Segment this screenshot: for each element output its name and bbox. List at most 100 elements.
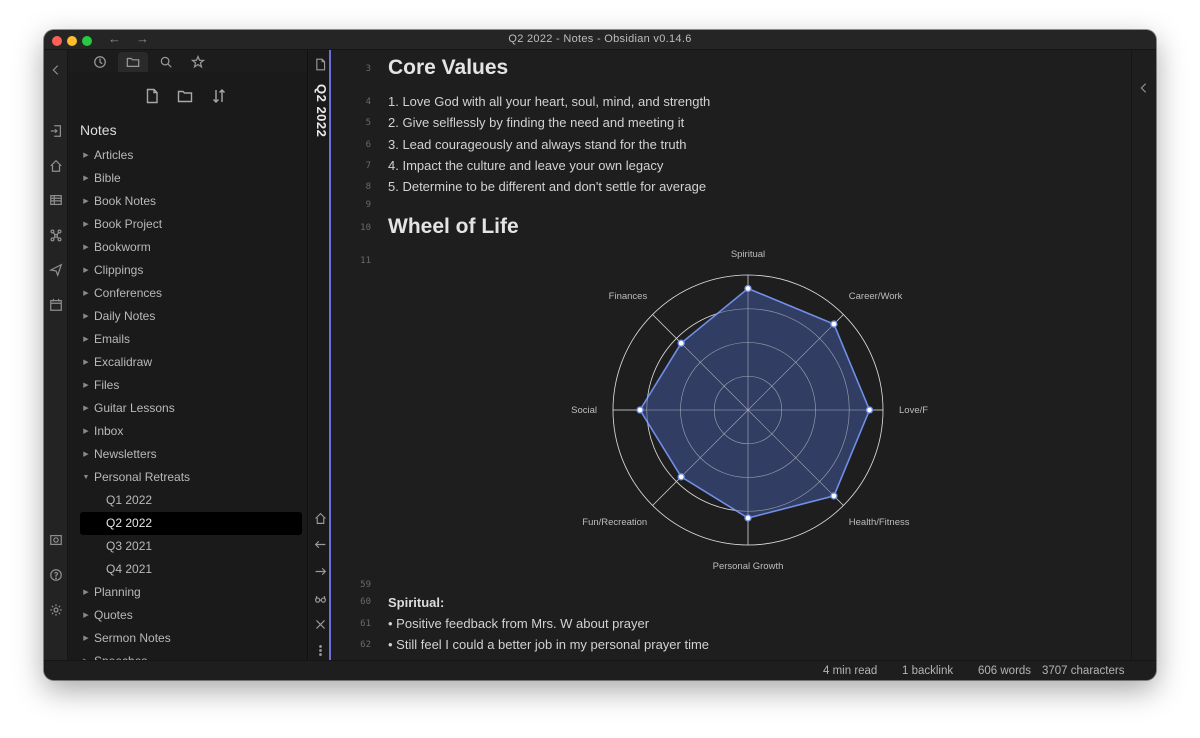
folder-book-project[interactable]: ▶ Book Project <box>80 213 302 236</box>
search-icon <box>160 56 172 68</box>
folder-quotes[interactable]: ▶ Quotes <box>80 604 302 627</box>
tab-recent-files[interactable] <box>85 52 115 72</box>
folder-icon <box>126 57 140 67</box>
core-value-item: 3. Lead courageously and always stand fo… <box>388 137 687 152</box>
line-number: 3 <box>365 64 371 74</box>
caret-icon: ▶ <box>83 612 89 619</box>
radar-axis-label: Personal Growth <box>713 561 784 572</box>
folder-newsletters[interactable]: ▶ Newsletters <box>80 443 302 466</box>
folder-daily-notes[interactable]: ▶ Daily Notes <box>80 305 302 328</box>
folder-emails[interactable]: ▶ Emails <box>80 328 302 351</box>
left-ribbon <box>44 50 68 660</box>
folder-bookworm[interactable]: ▶ Bookworm <box>80 236 302 259</box>
right-sidebar-collapsed <box>1131 50 1156 660</box>
calendar-icon[interactable] <box>48 297 64 313</box>
view-title[interactable]: Q2 2022 <box>311 84 329 137</box>
radar-data-point <box>677 339 685 347</box>
folder-articles[interactable]: ▶ Articles <box>80 144 302 167</box>
folder-speeches[interactable]: ▶Speeches <box>80 650 302 660</box>
folder-inbox[interactable]: ▶ Inbox <box>80 420 302 443</box>
radar-data-point <box>744 514 752 522</box>
home-icon[interactable] <box>48 158 64 174</box>
arrow-left-icon[interactable] <box>312 536 328 552</box>
caret-icon: ▶ <box>80 650 92 660</box>
file-explorer-sidebar: Notes ▶ Articles ▶ Bible ▶ Book Notes ▶ Book… <box>68 50 308 660</box>
radar-data-point <box>677 473 685 481</box>
line-number: 9 <box>365 200 371 210</box>
open-vault-icon[interactable] <box>48 123 64 139</box>
caret-icon: ▶ <box>83 428 89 435</box>
line-number: 4 <box>365 97 371 107</box>
caret-icon: ▶ <box>83 152 89 159</box>
folder-sermon-notes[interactable]: ▶ Sermon Notes <box>80 627 302 650</box>
close-pane-icon[interactable] <box>312 616 328 632</box>
file-q1-2022[interactable]: Q1 2022 <box>80 489 302 512</box>
view-header-rail: Q2 2022 <box>309 50 331 660</box>
folder-book-notes[interactable]: ▶ Book Notes <box>80 190 302 213</box>
file-q3-2021[interactable]: Q3 2021 <box>80 535 302 558</box>
tab-file-explorer[interactable] <box>118 52 148 72</box>
folder-guitar-lessons[interactable]: ▶ Guitar Lessons <box>80 397 302 420</box>
spiritual-bullet-item: • Still feel I could a better job in my … <box>388 637 710 652</box>
status-character-count: 3707 characters <box>1042 665 1125 677</box>
radar-axis-label: Health/Fitness <box>849 517 910 528</box>
new-note-icon[interactable] <box>142 86 162 106</box>
radar-data-point <box>865 406 874 414</box>
table-icon[interactable] <box>48 192 64 208</box>
folder-personal-retreats[interactable]: ▼ Personal Retreats <box>80 466 302 489</box>
line-number: 10 <box>360 223 371 233</box>
file-q2-2022[interactable]: Q2 2022 <box>80 512 302 535</box>
settings-gear-icon[interactable] <box>48 602 64 618</box>
radar-data-point <box>830 320 838 328</box>
clock-icon <box>94 56 106 68</box>
radar-data-point <box>744 284 752 293</box>
radar-data-point <box>636 406 644 414</box>
vault-switcher-icon[interactable] <box>48 532 64 548</box>
core-value-item: 1. Love God with all your heart, soul, m… <box>388 94 711 109</box>
status-backlinks[interactable]: 1 backlink <box>902 665 953 677</box>
line-number: 60 <box>360 597 371 607</box>
caret-icon: ▶ <box>83 175 89 182</box>
folder-clippings[interactable]: ▶ Clippings <box>80 259 302 282</box>
line-number: 11 <box>360 256 371 266</box>
status-bar: 4 min read 1 backlink 606 words 3707 cha… <box>44 660 1156 680</box>
new-folder-icon[interactable] <box>175 86 195 106</box>
folder-excalidraw[interactable]: ▶ Excalidraw <box>80 351 302 374</box>
app-window: ← → Q2 2022 - Notes - Obsidian v0.14.6 N… <box>44 30 1156 680</box>
tab-starred[interactable] <box>183 52 213 72</box>
radar-axis-label: Love/Family <box>899 405 928 416</box>
line-number: 6 <box>365 140 371 150</box>
graph-view-icon[interactable] <box>48 227 64 243</box>
file-icon[interactable] <box>312 56 328 72</box>
caret-icon: ▶ <box>83 635 89 642</box>
caret-down-icon: ▼ <box>82 474 90 481</box>
note-content[interactable]: 3 4 5 6 7 8 9 10 11 59 60 61 62 Core Val… <box>333 50 1131 660</box>
expand-right-sidebar-icon[interactable] <box>1136 80 1152 96</box>
help-icon[interactable] <box>48 567 64 583</box>
titlebar: ← → Q2 2022 - Notes - Obsidian v0.14.6 <box>44 30 1156 50</box>
home-icon[interactable] <box>312 510 328 526</box>
send-icon[interactable] <box>48 262 64 278</box>
folder-files[interactable]: ▶ Files <box>80 374 302 397</box>
more-options-icon[interactable] <box>312 642 328 658</box>
file-q4-2021[interactable]: Q4 2021 <box>80 558 302 581</box>
radar-axis-label: Fun/Recreation <box>582 517 647 528</box>
folder-bible[interactable]: ▶ Bible <box>80 167 302 190</box>
folder-conferences[interactable]: ▶ Conferences <box>80 282 302 305</box>
heading-wheel-of-life: Wheel of Life <box>388 215 519 238</box>
caret-icon: ▶ <box>83 198 89 205</box>
folder-planning[interactable]: ▶ Planning <box>80 581 302 604</box>
radar-axis-label: Spiritual <box>731 250 765 260</box>
status-read-time: 4 min read <box>823 665 878 677</box>
file-explorer-toolbar <box>68 86 307 108</box>
line-number: 7 <box>365 161 371 171</box>
editor-pane: Q2 2022 3 4 5 6 7 8 9 10 11 59 60 61 62 … <box>309 50 1131 660</box>
reading-view-glasses-icon[interactable] <box>312 590 328 606</box>
caret-icon: ▶ <box>83 589 89 596</box>
arrow-right-icon[interactable] <box>312 563 328 579</box>
tab-search[interactable] <box>151 52 181 72</box>
line-number: 62 <box>360 640 371 650</box>
wheel-of-life-radar-chart: Spiritual Career/Work Love/Family Health/Fi… <box>571 250 928 572</box>
sort-order-icon[interactable] <box>209 86 229 106</box>
collapse-left-icon[interactable] <box>48 62 64 78</box>
